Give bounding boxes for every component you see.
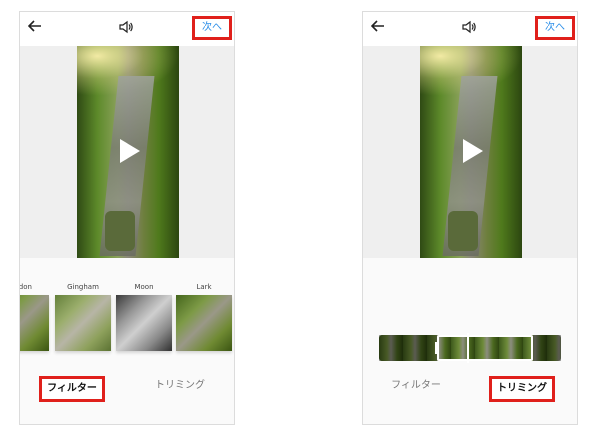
play-icon[interactable]	[463, 139, 483, 163]
video-preview-area	[20, 46, 234, 258]
filter-name: Lark	[196, 283, 212, 291]
speaker-icon[interactable]	[119, 20, 133, 34]
tab-filter[interactable]: フィルター	[383, 376, 449, 402]
filter-item[interactable]: Moon	[116, 282, 172, 351]
video-frame-well	[448, 211, 478, 251]
filter-name: Gingham	[67, 283, 99, 291]
filter-item[interactable]: Gingham	[55, 282, 111, 351]
top-bar: 次へ	[363, 12, 577, 46]
trim-handle-end[interactable]	[531, 342, 533, 354]
speaker-icon[interactable]	[462, 20, 476, 34]
filter-name: endon	[19, 283, 32, 291]
filter-thumbnail	[116, 295, 172, 351]
next-button[interactable]: 次へ	[535, 16, 575, 40]
top-bar: 次へ	[20, 12, 234, 46]
trim-handle-start[interactable]	[435, 342, 437, 354]
tab-trim[interactable]: トリミング	[489, 376, 555, 402]
next-button[interactable]: 次へ	[192, 16, 232, 40]
filter-screen: 次へ endon Gingham Moon Lark フィルター トリミング	[19, 11, 235, 425]
filter-item[interactable]: endon	[19, 282, 49, 351]
tab-trim[interactable]: トリミング	[150, 376, 210, 402]
trim-excluded-end	[533, 335, 561, 361]
arrow-left-icon[interactable]	[371, 19, 385, 33]
play-icon[interactable]	[120, 139, 140, 163]
trim-timeline[interactable]	[379, 333, 561, 363]
filter-thumbnail	[55, 295, 111, 351]
arrow-left-icon[interactable]	[28, 19, 42, 33]
filter-thumbnail	[176, 295, 232, 351]
video-frame-well	[105, 211, 135, 251]
video-preview[interactable]	[420, 46, 522, 258]
trim-selection[interactable]	[437, 335, 533, 361]
trim-excluded-start	[379, 335, 437, 361]
filter-name: Moon	[134, 283, 154, 291]
trim-screen: 次へ フィルター トリミング	[362, 11, 578, 425]
playhead[interactable]	[467, 333, 469, 363]
filter-item[interactable]: Lark	[176, 282, 232, 351]
filter-thumbnail	[20, 295, 49, 351]
tab-filter[interactable]: フィルター	[39, 376, 105, 402]
filter-carousel[interactable]: endon Gingham Moon Lark	[20, 282, 234, 352]
video-preview-area	[363, 46, 577, 258]
video-preview[interactable]	[77, 46, 179, 258]
